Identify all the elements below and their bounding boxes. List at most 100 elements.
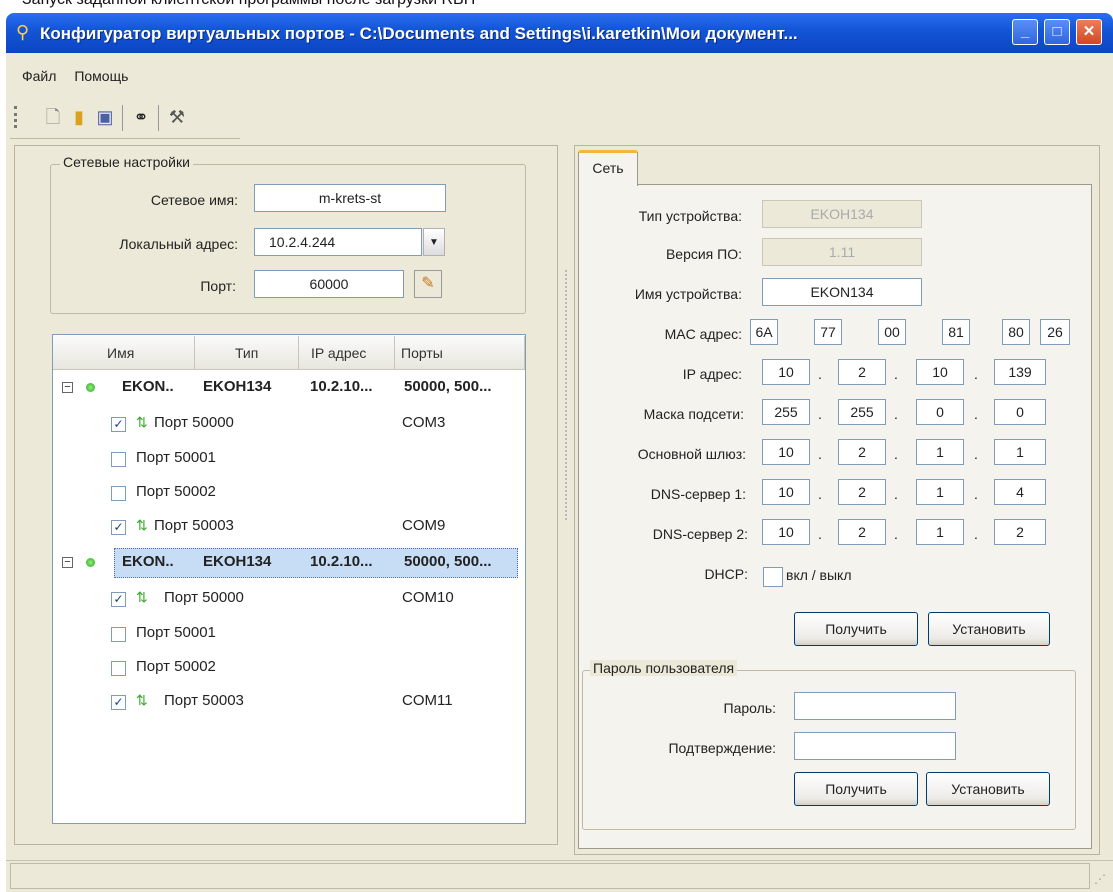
port-com-label: COM11 [402, 692, 453, 709]
ip-octet[interactable]: 10 [762, 359, 810, 385]
pane-splitter[interactable] [565, 270, 569, 520]
confirm-password-label: Подтверждение: [668, 740, 776, 756]
port-field[interactable]: 60000 [254, 270, 404, 298]
status-online-icon [86, 558, 95, 567]
close-button[interactable]: ✕ [1076, 19, 1102, 45]
mac-octet[interactable]: 26 [1040, 319, 1070, 345]
port-checkbox[interactable]: ✓ [111, 695, 126, 710]
mask-octet[interactable]: 255 [762, 399, 810, 425]
maximize-button[interactable]: □ [1044, 19, 1070, 45]
device-ports[interactable]: 50000, 500... [404, 378, 492, 395]
edit-port-icon[interactable]: ✎ [414, 270, 442, 298]
mask-octet[interactable]: 0 [916, 399, 964, 425]
port-checkbox[interactable]: ✓ [111, 520, 126, 535]
dns1-octet[interactable]: 2 [838, 479, 886, 505]
get-network-button[interactable]: Получить [794, 612, 918, 646]
gateway-octet[interactable]: 1 [994, 439, 1046, 465]
port-item-label: Порт 50001 [136, 624, 216, 641]
window-title: Конфигуратор виртуальных портов - C:\Doc… [40, 24, 798, 43]
local-address-select[interactable]: 10.2.4.244 [254, 228, 422, 256]
save-icon[interactable]: ▣ [94, 105, 116, 129]
menu-bar: Файл Помощь [22, 68, 142, 84]
port-checkbox[interactable] [111, 661, 126, 676]
gateway-label: Основной шлюз: [637, 446, 746, 462]
port-com-label: COM10 [402, 589, 454, 606]
mac-octet[interactable]: 00 [878, 319, 906, 345]
menu-help[interactable]: Помощь [74, 68, 128, 84]
port-checkbox[interactable]: ✓ [111, 592, 126, 607]
mac-octet[interactable]: 6A [750, 319, 778, 345]
gateway-octet[interactable]: 2 [838, 439, 886, 465]
collapse-icon[interactable]: − [62, 382, 73, 393]
network-name-field[interactable]: m-krets-st [254, 184, 446, 212]
dns1-octet[interactable]: 1 [916, 479, 964, 505]
image-caption: Запуск заданной клиентской программы пос… [22, 0, 475, 9]
device-name[interactable]: EKON.. [122, 378, 174, 395]
octet-dot: . [818, 526, 822, 542]
device-name-field[interactable]: EKON134 [762, 278, 922, 306]
minimize-button[interactable]: _ [1012, 19, 1038, 45]
dns2-octet[interactable]: 2 [994, 519, 1046, 545]
mac-octet[interactable]: 77 [814, 319, 842, 345]
port-item-label: Порт 50000 [154, 414, 234, 431]
ip-octet[interactable]: 2 [838, 359, 886, 385]
resize-grip-icon[interactable]: ⋰ [1094, 872, 1106, 886]
mask-octet[interactable]: 0 [994, 399, 1046, 425]
open-file-icon[interactable]: ▮ [68, 105, 90, 129]
port-checkbox[interactable] [111, 452, 126, 467]
column-header-ports[interactable]: Порты [395, 336, 525, 370]
get-password-button[interactable]: Получить [794, 772, 918, 806]
gateway-octet[interactable]: 1 [916, 439, 964, 465]
octet-dot: . [974, 486, 978, 502]
octet-dot: . [974, 526, 978, 542]
mask-octet[interactable]: 255 [838, 399, 886, 425]
gateway-octet[interactable]: 10 [762, 439, 810, 465]
device-ip[interactable]: 10.2.10... [310, 553, 373, 570]
device-list[interactable] [52, 334, 526, 824]
column-header-ip[interactable]: IP адрес [299, 336, 395, 370]
confirm-password-field[interactable] [794, 732, 956, 760]
password-field[interactable] [794, 692, 956, 720]
port-checkbox[interactable]: ✓ [111, 417, 126, 432]
status-panel [10, 863, 1090, 889]
dns1-octet[interactable]: 4 [994, 479, 1046, 505]
set-network-button[interactable]: Установить [928, 612, 1050, 646]
tools-icon[interactable]: ⚒ [166, 105, 188, 129]
ip-octet[interactable]: 139 [994, 359, 1046, 385]
port-checkbox[interactable] [111, 627, 126, 642]
column-header-name[interactable]: Имя [53, 336, 195, 370]
subnet-mask-label: Маска подсети: [643, 406, 744, 422]
octet-dot: . [894, 526, 898, 542]
device-type[interactable]: EKOH134 [203, 553, 271, 570]
port-checkbox[interactable] [111, 486, 126, 501]
chevron-down-icon[interactable]: ▼ [423, 228, 445, 256]
toolbar-grip[interactable] [14, 106, 17, 128]
octet-dot: . [818, 486, 822, 502]
mac-octet[interactable]: 80 [1002, 319, 1030, 345]
device-name[interactable]: EKON.. [122, 553, 174, 570]
octet-dot: . [894, 366, 898, 382]
column-header-type[interactable]: Тип [195, 336, 299, 370]
set-password-button[interactable]: Установить [926, 772, 1050, 806]
octet-dot: . [818, 446, 822, 462]
collapse-icon[interactable]: − [62, 557, 73, 568]
dns2-octet[interactable]: 1 [916, 519, 964, 545]
menu-file[interactable]: Файл [22, 68, 56, 84]
dhcp-label: DHCP: [704, 566, 748, 582]
port-item-label: Порт 50002 [136, 658, 216, 675]
tab-network[interactable]: Сеть [578, 150, 638, 186]
dns1-octet[interactable]: 10 [762, 479, 810, 505]
connected-cycle-icon: ⇅ [136, 414, 148, 430]
device-type[interactable]: EKOH134 [203, 378, 271, 395]
device-type-label: Тип устройства: [638, 208, 742, 224]
find-icon[interactable]: ⚭ [130, 105, 152, 129]
new-file-icon[interactable]: 🗋 [42, 105, 64, 129]
device-ports[interactable]: 50000, 500... [404, 553, 492, 570]
ip-octet[interactable]: 10 [916, 359, 964, 385]
dns2-octet[interactable]: 10 [762, 519, 810, 545]
device-ip[interactable]: 10.2.10... [310, 378, 373, 395]
mac-octet[interactable]: 81 [942, 319, 970, 345]
dhcp-checkbox[interactable] [763, 567, 783, 587]
firmware-version-label: Версия ПО: [665, 246, 742, 262]
dns2-octet[interactable]: 2 [838, 519, 886, 545]
